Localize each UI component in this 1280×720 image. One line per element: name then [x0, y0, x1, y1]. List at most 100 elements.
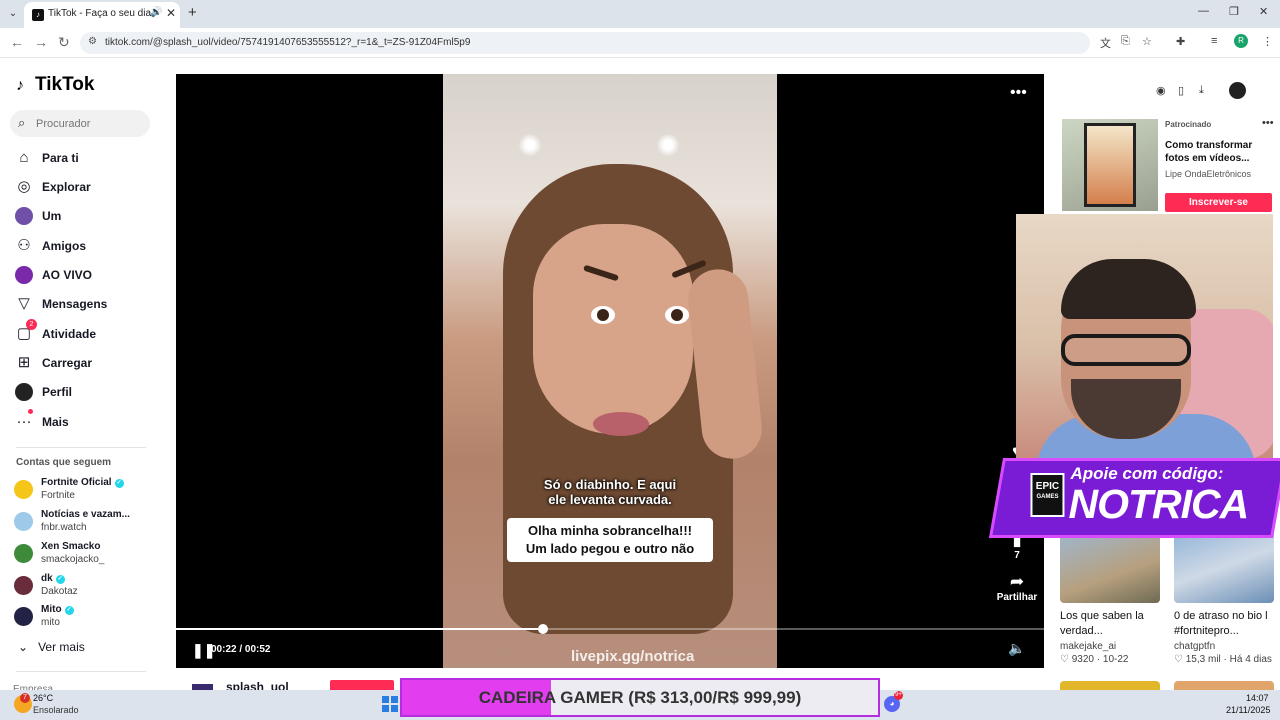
- back-icon[interactable]: ←: [10, 34, 24, 50]
- bookmark-star-icon[interactable]: ☆: [1142, 35, 1152, 48]
- caption-line: Só o diabinho. E aqui: [543, 477, 677, 492]
- ad-thumbnail[interactable]: [1062, 119, 1158, 211]
- video-stats: ♡ 15,3 mil · Há 4 dias: [1174, 654, 1272, 665]
- see-more-link[interactable]: ⌄ Ver mais: [18, 640, 85, 654]
- sidebar-item-amigos[interactable]: ⚇ Amigos: [14, 235, 154, 259]
- install-icon[interactable]: ⎘: [1121, 35, 1130, 48]
- minimize-icon[interactable]: —: [1198, 5, 1209, 17]
- ad-title[interactable]: Como transformar fotos em vídeos...: [1165, 139, 1265, 165]
- url-field[interactable]: ⚙ tiktok.com/@splash_uol/video/757419140…: [80, 32, 1090, 54]
- following-account[interactable]: dk ✓ Dakotaz: [14, 572, 159, 600]
- search-icon: ⌕: [18, 115, 26, 130]
- sidebar-item-explorar[interactable]: ◎ Explorar: [14, 176, 154, 200]
- creator-code-banner: EPIC GAMES Apoie com código: NOTRICA: [988, 458, 1280, 538]
- speaker-icon[interactable]: 🔊: [150, 7, 162, 18]
- sidebar-item-atividade[interactable]: ▢ 2 Atividade: [14, 319, 154, 347]
- streamer-hair: [1061, 259, 1196, 319]
- tab-search-icon[interactable]: ⌄: [5, 6, 21, 22]
- eye: [665, 306, 689, 324]
- extensions-icon[interactable]: ✚: [1176, 35, 1185, 48]
- send-icon: ▽: [18, 295, 30, 312]
- discord-badge: 9+: [894, 691, 903, 700]
- video-title[interactable]: 0 de atraso no bio l #fortnitepro...: [1174, 609, 1280, 639]
- new-dot: [28, 409, 33, 414]
- window-close-icon[interactable]: ✕: [1259, 5, 1268, 18]
- video-progress-bar[interactable]: [176, 624, 1044, 634]
- person-face: [533, 224, 693, 434]
- sponsored-label: Patrocinado: [1165, 120, 1212, 129]
- following-account[interactable]: Mito ✓ mito: [14, 603, 159, 631]
- download-icon[interactable]: ⤓: [1199, 84, 1204, 97]
- verified-icon: ✓: [55, 575, 65, 584]
- eye: [591, 306, 615, 324]
- divider: [16, 447, 146, 448]
- sidebar-item-perfil[interactable]: Perfil: [14, 381, 154, 405]
- more-options-icon[interactable]: •••: [1010, 84, 1027, 102]
- translate-icon[interactable]: 文: [1100, 35, 1111, 51]
- tiktok-favicon-icon: ♪: [32, 9, 44, 21]
- tiktok-logo[interactable]: ♪ TikTok: [16, 74, 94, 96]
- compass-icon: ◎: [17, 178, 31, 195]
- ad-brand: Lipe OndaEletrônicos: [1165, 169, 1252, 179]
- new-tab-icon[interactable]: +: [188, 4, 197, 21]
- glasses: [1061, 334, 1191, 366]
- search-box[interactable]: ⌕: [10, 110, 150, 137]
- reload-icon[interactable]: ↻: [58, 34, 70, 51]
- caption-box: Olha minha sobrancelha!!! Um lado pegou …: [507, 518, 713, 562]
- epic-games-logo: EPIC GAMES: [1030, 473, 1065, 517]
- forward-icon[interactable]: →: [34, 34, 48, 50]
- livepix-watermark: livepix.gg/notrica: [571, 648, 695, 665]
- weather-badge: 7: [20, 693, 30, 703]
- browser-tab[interactable]: ♪ TikTok - Faça o seu dia 🔊 ✕: [24, 2, 180, 28]
- tab-title: TikTok - Faça o seu dia: [48, 8, 152, 19]
- site-info-icon[interactable]: ⚙: [88, 36, 97, 47]
- video-stats: ♡ 9320 · 10-22: [1060, 654, 1129, 665]
- search-input[interactable]: [36, 114, 144, 133]
- coins-icon[interactable]: ◉: [1156, 84, 1166, 97]
- divider: [16, 671, 146, 672]
- profile-avatar[interactable]: R: [1234, 34, 1248, 48]
- address-bar: ← → ↻ ⚙ tiktok.com/@splash_uol/video/757…: [0, 28, 1280, 58]
- ad-more-icon[interactable]: •••: [1262, 117, 1274, 129]
- subscribe-button[interactable]: Inscrever-se: [1165, 193, 1272, 212]
- sidebar-item-mensagens[interactable]: ▽ Mensagens: [14, 293, 154, 317]
- video-title[interactable]: Los que saben la verdad...: [1060, 609, 1170, 639]
- sidebar-item-para-ti[interactable]: ⌂ Para ti: [14, 147, 154, 171]
- phone-icon[interactable]: ▯: [1178, 84, 1184, 97]
- close-icon[interactable]: ✕: [166, 6, 176, 20]
- live-icon: [14, 265, 34, 285]
- video-frame[interactable]: Só o diabinho. E aqui ele levanta curvad…: [443, 74, 777, 668]
- webcam-overlay: [1016, 214, 1273, 460]
- video-player[interactable]: Só o diabinho. E aqui ele levanta curvad…: [176, 74, 1044, 668]
- avatar: [14, 576, 33, 595]
- clock-time[interactable]: 14:07: [1246, 693, 1269, 703]
- share-icon: ➦: [1009, 572, 1025, 591]
- share-button[interactable]: ➦ Partilhar: [994, 572, 1040, 603]
- volume-icon[interactable]: 🔈: [1008, 640, 1025, 657]
- upload-icon: ⊞: [17, 354, 31, 371]
- sidebar-item-ao-vivo[interactable]: AO VIVO: [14, 264, 154, 288]
- verified-icon: ✓: [64, 606, 74, 615]
- avatar: [14, 206, 34, 226]
- donation-goal-bar: CADEIRA GAMER (R$ 313,00/R$ 999,99): [400, 678, 880, 717]
- restore-icon[interactable]: ❐: [1229, 5, 1239, 18]
- sidebar-item-carregar[interactable]: ⊞ Carregar: [14, 352, 154, 376]
- browser-menu-icon[interactable]: ⋮: [1262, 35, 1273, 48]
- more-icon: ···: [16, 413, 32, 430]
- user-avatar[interactable]: [1229, 82, 1246, 99]
- following-account[interactable]: Notícias e vazam... fnbr.watch: [14, 508, 159, 536]
- sidebar-item-um[interactable]: Um: [14, 205, 154, 229]
- friends-icon: ⚇: [17, 237, 31, 254]
- home-icon: ⌂: [19, 149, 29, 166]
- weather-temp: 26°C: [33, 693, 54, 703]
- video-author[interactable]: makejake_ai: [1060, 641, 1116, 652]
- video-author[interactable]: chatgptfn: [1174, 641, 1215, 652]
- sidebar-item-mais[interactable]: ··· Mais: [14, 409, 154, 435]
- phone-frame: [1084, 123, 1136, 207]
- clock-date[interactable]: 21/11/2025: [1226, 705, 1270, 715]
- notification-badge: 2: [26, 319, 37, 330]
- following-account[interactable]: Fortnite Oficial ✓ Fortnite: [14, 476, 159, 504]
- media-controls-icon[interactable]: ≡: [1211, 35, 1217, 47]
- windows-start-icon[interactable]: [382, 696, 398, 712]
- following-account[interactable]: Xen Smacko smackojacko_: [14, 540, 159, 568]
